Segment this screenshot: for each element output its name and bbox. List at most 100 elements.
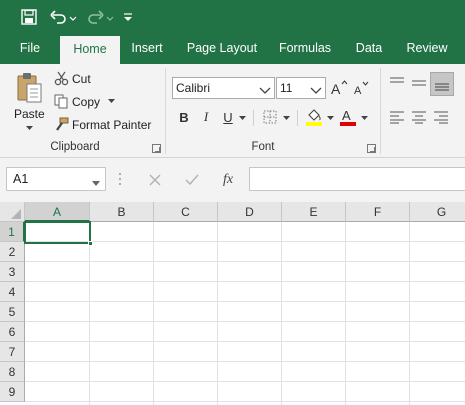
gridline bbox=[25, 341, 465, 342]
top-align-icon[interactable] bbox=[388, 74, 406, 92]
tab-insert[interactable]: Insert bbox=[124, 34, 170, 64]
row-header-6[interactable]: 6 bbox=[0, 322, 25, 342]
formula-input[interactable] bbox=[249, 167, 465, 191]
gridline bbox=[281, 222, 282, 405]
column-header-d[interactable]: D bbox=[218, 202, 282, 222]
copy-button[interactable]: Copy bbox=[72, 95, 100, 109]
font-size-value: 11 bbox=[280, 81, 293, 95]
active-cell-a1[interactable] bbox=[24, 221, 91, 244]
gridline bbox=[409, 222, 410, 405]
group-divider bbox=[165, 68, 166, 154]
row-header-5[interactable]: 5 bbox=[0, 302, 25, 322]
name-box[interactable]: A1 bbox=[6, 167, 106, 191]
gridline bbox=[217, 222, 218, 405]
row-header-4[interactable]: 4 bbox=[0, 282, 25, 302]
copy-icon bbox=[53, 93, 69, 109]
gridline bbox=[25, 321, 465, 322]
tab-formulas[interactable]: Formulas bbox=[274, 34, 336, 64]
grip-icon[interactable] bbox=[118, 171, 122, 187]
gridline bbox=[25, 401, 465, 402]
font-dialog-launcher-icon[interactable] bbox=[367, 144, 376, 153]
divider bbox=[253, 110, 254, 126]
save-icon[interactable] bbox=[17, 5, 41, 29]
tab-review[interactable]: Review bbox=[400, 34, 454, 64]
row-header-2[interactable]: 2 bbox=[0, 242, 25, 262]
paste-dropdown-icon[interactable] bbox=[24, 124, 34, 132]
column-header-a[interactable]: A bbox=[25, 202, 90, 222]
tab-home[interactable]: Home bbox=[60, 36, 120, 64]
chevron-down-icon bbox=[259, 84, 271, 98]
name-box-value: A1 bbox=[13, 172, 29, 186]
clipboard-dialog-launcher-icon[interactable] bbox=[152, 144, 161, 153]
gridline bbox=[25, 301, 465, 302]
font-family-value: Calibri bbox=[176, 81, 211, 95]
underline-dropdown-icon[interactable] bbox=[238, 115, 246, 121]
gridline bbox=[89, 222, 90, 405]
copy-dropdown-icon[interactable] bbox=[107, 98, 115, 104]
row-header-3[interactable]: 3 bbox=[0, 262, 25, 282]
font-color-icon[interactable]: A bbox=[339, 107, 357, 127]
chevron-down-icon bbox=[310, 84, 322, 98]
title-bar bbox=[0, 0, 465, 34]
decrease-font-size-icon[interactable]: A bbox=[352, 78, 370, 98]
tab-data[interactable]: Data bbox=[348, 34, 390, 64]
chevron-down-icon[interactable] bbox=[92, 176, 100, 190]
align-left-icon[interactable] bbox=[388, 108, 406, 126]
spreadsheet-grid: A B C D E F G 1 2 3 4 5 6 7 8 9 bbox=[0, 202, 465, 405]
column-header-c[interactable]: C bbox=[154, 202, 218, 222]
gridline bbox=[153, 222, 154, 405]
select-all-corner[interactable] bbox=[0, 202, 25, 222]
group-divider bbox=[380, 68, 381, 154]
column-header-b[interactable]: B bbox=[90, 202, 154, 222]
insert-function-button[interactable]: fx bbox=[217, 170, 239, 190]
customize-qat-icon[interactable] bbox=[120, 5, 136, 29]
row-header-9[interactable]: 9 bbox=[0, 382, 25, 402]
paste-icon[interactable] bbox=[12, 70, 46, 106]
font-size-select[interactable]: 11 bbox=[276, 77, 326, 99]
font-family-select[interactable]: Calibri bbox=[172, 77, 275, 99]
cut-button[interactable]: Cut bbox=[72, 72, 91, 86]
cancel-icon[interactable] bbox=[145, 170, 165, 190]
format-painter-button[interactable]: Format Painter bbox=[72, 118, 151, 132]
row-header-7[interactable]: 7 bbox=[0, 342, 25, 362]
font-color-dropdown-icon[interactable] bbox=[360, 115, 368, 121]
align-right-icon[interactable] bbox=[432, 108, 450, 126]
paste-button[interactable]: Paste bbox=[14, 107, 45, 121]
gridline bbox=[25, 381, 465, 382]
column-header-g[interactable]: G bbox=[410, 202, 465, 222]
tab-page-layout[interactable]: Page Layout bbox=[182, 34, 262, 64]
column-header-e[interactable]: E bbox=[282, 202, 346, 222]
svg-text:A: A bbox=[342, 108, 351, 123]
clipboard-group-label: Clipboard bbox=[50, 141, 100, 153]
svg-text:A: A bbox=[331, 81, 341, 97]
formula-bar: A1 fx bbox=[0, 158, 465, 202]
middle-align-icon[interactable] bbox=[410, 74, 428, 92]
undo-icon[interactable] bbox=[48, 5, 80, 29]
column-header-f[interactable]: F bbox=[346, 202, 410, 222]
italic-button[interactable]: I bbox=[196, 107, 216, 127]
gridline bbox=[25, 261, 465, 262]
format-painter-icon bbox=[53, 116, 69, 132]
gridline bbox=[25, 281, 465, 282]
fill-handle[interactable] bbox=[88, 241, 93, 246]
borders-dropdown-icon[interactable] bbox=[282, 115, 290, 121]
enter-check-icon[interactable] bbox=[182, 170, 202, 190]
bold-button[interactable]: B bbox=[174, 107, 194, 127]
align-center-icon[interactable] bbox=[410, 108, 428, 126]
row-header-8[interactable]: 8 bbox=[0, 362, 25, 382]
font-group-label: Font bbox=[251, 141, 275, 153]
ribbon-tabs: File Home Insert Page Layout Formulas Da… bbox=[0, 34, 465, 64]
bottom-align-icon[interactable] bbox=[430, 72, 454, 96]
ribbon: Paste Cut Copy Format Painter Clipboard … bbox=[0, 64, 465, 158]
increase-font-size-icon[interactable]: A bbox=[330, 78, 348, 98]
row-header-1[interactable]: 1 bbox=[0, 222, 25, 242]
tab-file[interactable]: File bbox=[8, 34, 52, 64]
redo-icon[interactable] bbox=[84, 5, 116, 29]
divider bbox=[297, 110, 298, 126]
fill-color-icon[interactable] bbox=[305, 107, 323, 127]
svg-text:A: A bbox=[354, 85, 362, 97]
underline-button[interactable]: U bbox=[218, 107, 238, 127]
fill-color-dropdown-icon[interactable] bbox=[326, 115, 334, 121]
gridline bbox=[25, 361, 465, 362]
borders-icon[interactable] bbox=[262, 109, 278, 125]
